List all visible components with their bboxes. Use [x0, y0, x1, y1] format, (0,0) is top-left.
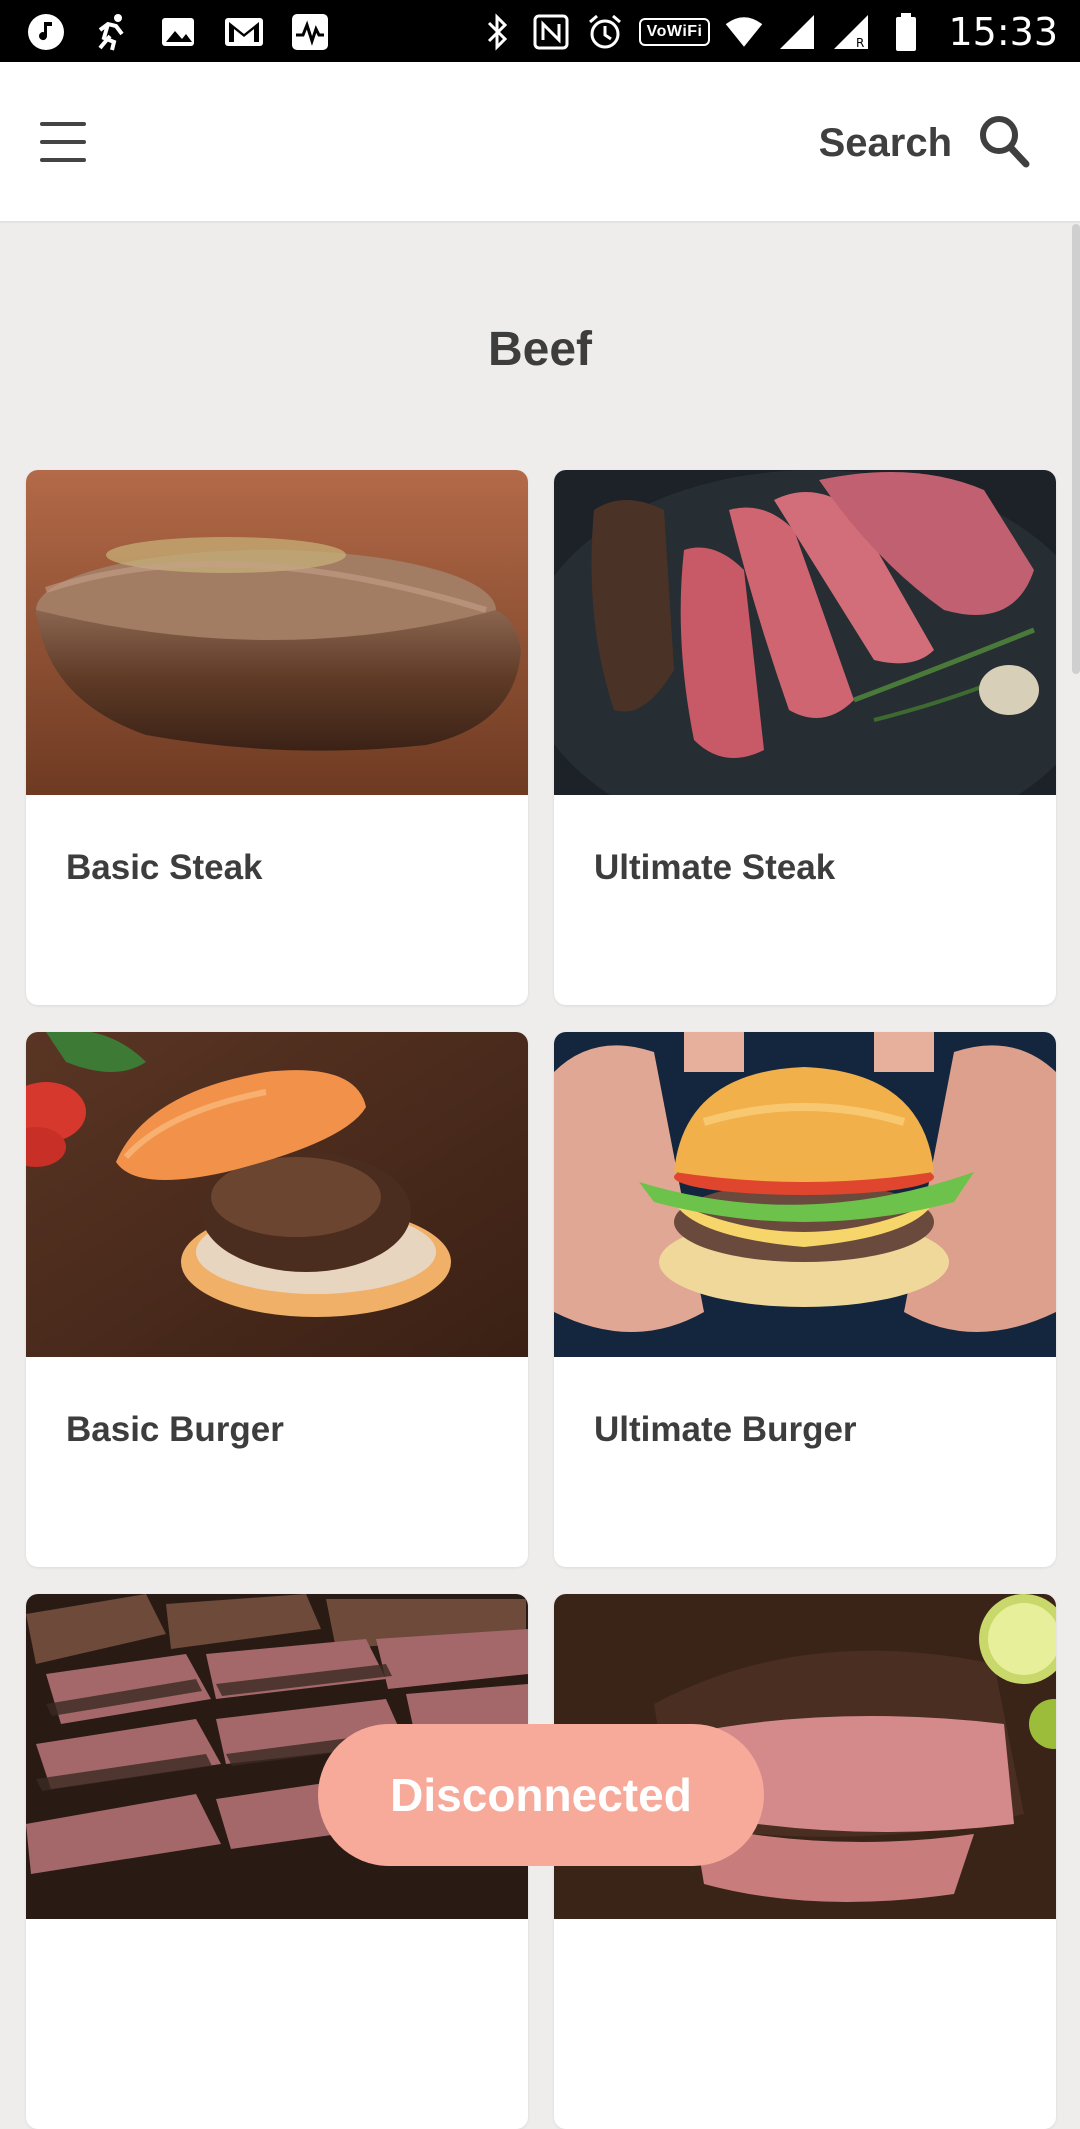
gmail-icon: [224, 12, 264, 52]
menu-button[interactable]: [40, 120, 88, 164]
fitness-icon: [92, 12, 132, 52]
clock: 15:33: [948, 10, 1058, 54]
svg-text:R: R: [856, 36, 864, 50]
ultimate-burger-photo: [554, 1032, 1056, 1357]
status-bar: VoWiFi R 15:33: [0, 0, 1080, 62]
activity-icon: [290, 12, 330, 52]
system-icons: VoWiFi R 15:33: [477, 10, 1058, 54]
notification-icons: [26, 12, 330, 52]
recipe-card-basic-burger[interactable]: Basic Burger: [26, 1032, 528, 1567]
recipe-title: Ultimate Steak: [594, 848, 836, 887]
recipe-card-ultimate-steak[interactable]: Ultimate Steak: [554, 470, 1056, 1005]
recipe-card-ultimate-burger[interactable]: Ultimate Burger: [554, 1032, 1056, 1567]
nfc-icon: [531, 12, 571, 52]
ultimate-steak-photo: [554, 470, 1056, 795]
gallery-icon: [158, 12, 198, 52]
recipe-title: Basic Burger: [66, 1410, 284, 1449]
search-icon: [978, 114, 1030, 173]
battery-icon: [886, 12, 926, 52]
search-button[interactable]: Search: [819, 114, 1030, 173]
vowifi-badge: VoWiFi: [638, 18, 711, 46]
page-title: Beef: [487, 323, 593, 376]
wifi-icon: [724, 12, 764, 52]
basic-steak-photo: [26, 470, 528, 795]
recipe-title: Ultimate Burger: [594, 1410, 857, 1449]
disconnected-toast[interactable]: Disconnected: [318, 1724, 764, 1866]
basic-burger-photo: [26, 1032, 528, 1357]
alarm-icon: [585, 12, 625, 52]
app-bar: Search: [0, 62, 1080, 223]
recipe-title: Basic Steak: [66, 848, 263, 887]
signal-icon: [778, 12, 818, 52]
music-icon: [26, 12, 66, 52]
recipe-card-basic-steak[interactable]: Basic Steak: [26, 470, 528, 1005]
signal-roaming-icon: R: [832, 12, 872, 52]
scrollbar[interactable]: [1072, 224, 1080, 674]
bluetooth-icon: [477, 12, 517, 52]
search-label: Search: [818, 121, 952, 165]
